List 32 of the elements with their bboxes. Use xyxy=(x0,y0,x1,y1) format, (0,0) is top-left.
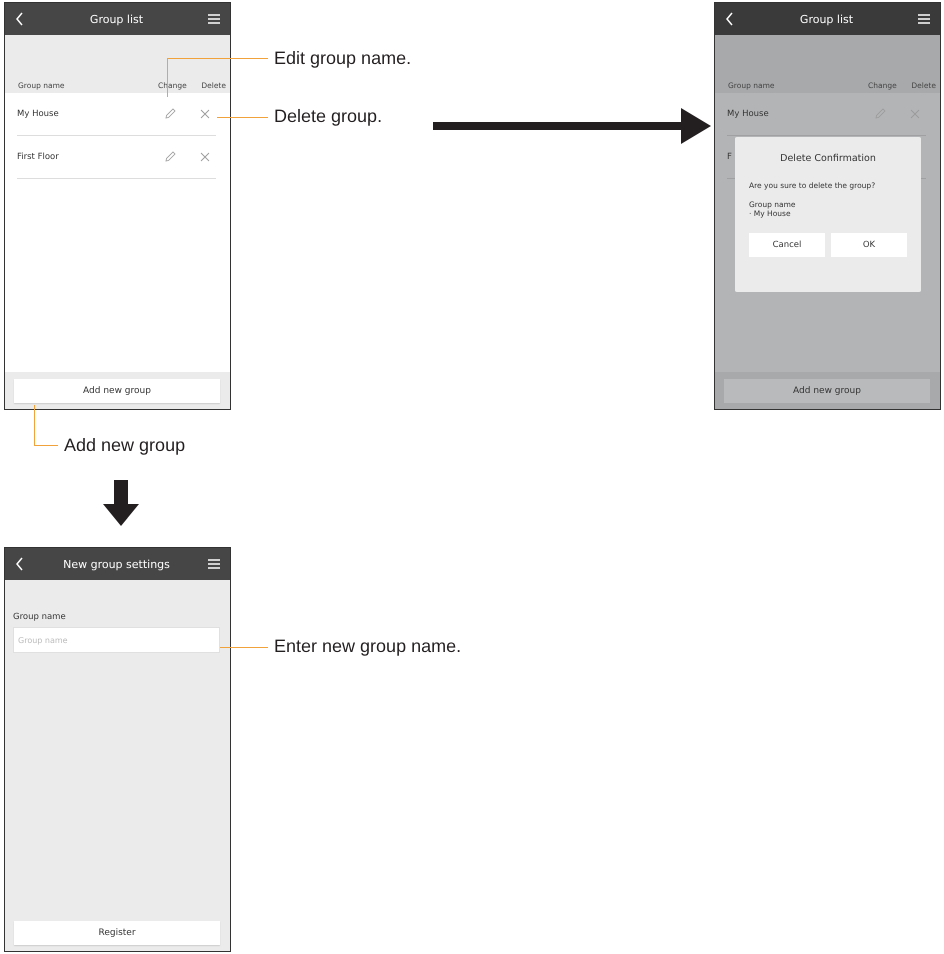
callout-text: Add new group xyxy=(64,435,186,456)
leader-line xyxy=(217,117,268,118)
screen-title: Group list xyxy=(800,12,854,26)
group-name-field[interactable]: Group name xyxy=(13,627,220,653)
menu-icon[interactable] xyxy=(208,14,220,24)
leader-line xyxy=(34,405,58,446)
dialog-button[interactable]: Cancel xyxy=(749,233,825,257)
pencil-icon[interactable] xyxy=(164,108,176,120)
back-icon[interactable] xyxy=(15,12,25,26)
pencil-icon[interactable] xyxy=(164,151,176,163)
footer-button[interactable]: Register xyxy=(14,921,220,945)
callout-text: Delete group. xyxy=(274,106,382,127)
field-label: Group name xyxy=(13,612,67,622)
group-name[interactable]: My House xyxy=(727,109,874,119)
menu-icon[interactable] xyxy=(918,14,930,24)
callout-text: Enter new group name. xyxy=(274,636,462,657)
menu-icon[interactable] xyxy=(208,559,220,569)
leader-line xyxy=(220,647,268,648)
group-name[interactable]: First Floor xyxy=(17,152,164,162)
screen-title: New group settings xyxy=(63,558,170,570)
back-icon[interactable] xyxy=(15,557,25,571)
down-arrow xyxy=(103,480,139,526)
footer-button[interactable]: Add new group xyxy=(724,379,930,403)
footer-button[interactable]: Add new group xyxy=(14,379,220,403)
close-icon[interactable] xyxy=(200,109,210,119)
back-icon[interactable] xyxy=(725,12,735,26)
close-icon[interactable] xyxy=(200,152,210,162)
dialog-button[interactable]: OK xyxy=(831,233,907,257)
callout-text: Edit group name. xyxy=(274,48,412,69)
dialog-title: Delete Confirmation xyxy=(779,153,877,164)
screen-title: Group list xyxy=(90,12,144,26)
group-name[interactable]: My House xyxy=(17,109,164,119)
